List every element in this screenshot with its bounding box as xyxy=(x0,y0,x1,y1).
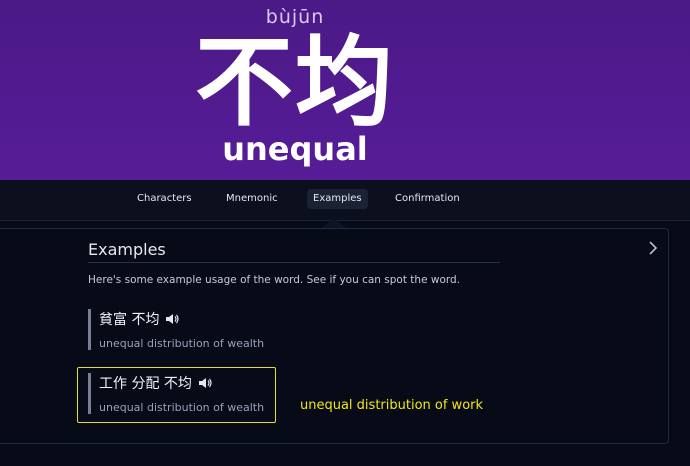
tab-characters[interactable]: Characters xyxy=(131,189,198,209)
speaker-icon[interactable] xyxy=(165,313,180,325)
title-divider xyxy=(88,262,500,263)
tab-bar: Characters Mnemonic Examples Confirmatio… xyxy=(0,180,690,221)
hanzi-characters: 不均 xyxy=(194,26,395,140)
chevron-right-icon[interactable] xyxy=(648,240,658,259)
example-chinese: 貧富 不均 xyxy=(99,312,160,328)
highlight-box xyxy=(77,367,276,423)
example-item: 貧富 不均 unequal distribution of wealth xyxy=(88,309,264,350)
word-header: bùjūn 不均 unequal xyxy=(0,0,690,180)
examples-intro: Here's some example usage of the word. S… xyxy=(88,274,461,286)
section-title: Examples xyxy=(88,240,166,259)
tab-examples[interactable]: Examples xyxy=(307,189,368,209)
example-english: unequal distribution of wealth xyxy=(99,337,265,350)
word-meaning: unequal xyxy=(222,130,368,168)
annotation-text: unequal distribution of work xyxy=(300,398,484,413)
pinyin: bùjūn xyxy=(265,6,325,28)
tab-confirmation[interactable]: Confirmation xyxy=(389,189,466,209)
tab-mnemonic[interactable]: Mnemonic xyxy=(220,189,284,209)
